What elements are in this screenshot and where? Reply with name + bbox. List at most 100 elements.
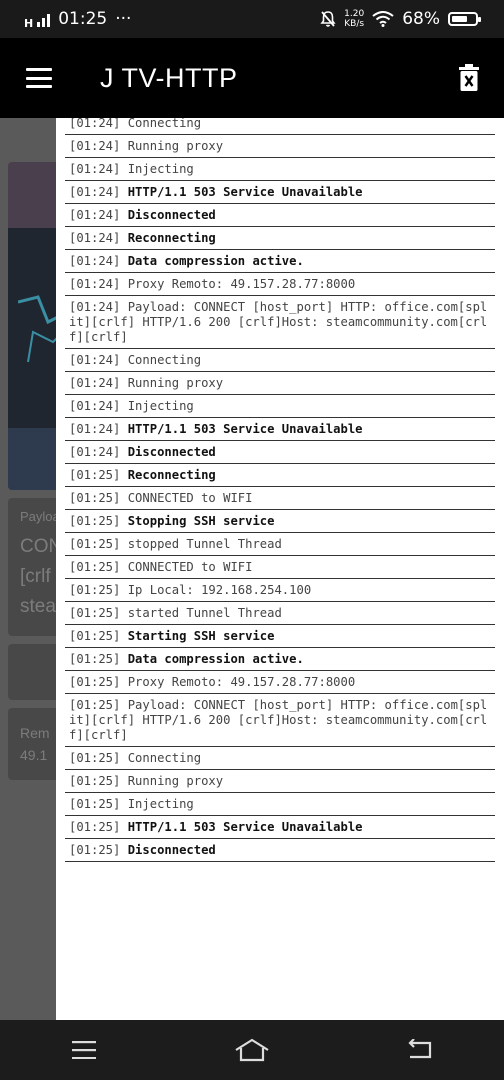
log-timestamp: [01:24] <box>69 445 121 459</box>
log-message: Proxy Remoto: 49.157.28.77:8000 <box>127 675 356 689</box>
home-icon[interactable] <box>232 1034 272 1066</box>
log-timestamp: [01:25] <box>69 751 121 765</box>
log-entry: [01:24] Connecting <box>65 349 495 372</box>
log-timestamp: [01:24] <box>69 300 121 314</box>
log-message: CONNECTED to WIFI <box>127 560 253 574</box>
network-speed: 1.20 KB/s <box>344 9 365 29</box>
log-timestamp: [01:24] <box>69 162 121 176</box>
log-timestamp: [01:25] <box>69 774 121 788</box>
app-bar: J TV-HTTP <box>0 38 504 118</box>
log-timestamp: [01:25] <box>69 606 121 620</box>
log-timestamp: [01:25] <box>69 797 121 811</box>
log-entry: [01:25] Connecting <box>65 747 495 770</box>
log-timestamp: [01:25] <box>69 491 121 505</box>
log-entry: [01:25] Proxy Remoto: 49.157.28.77:8000 <box>65 671 495 694</box>
network-type: H <box>24 17 34 30</box>
log-message: Connecting <box>127 353 202 367</box>
log-message: Running proxy <box>127 774 224 788</box>
log-message: Injecting <box>127 399 194 413</box>
log-message: Data compression active. <box>127 652 304 666</box>
log-timestamp: [01:24] <box>69 277 121 291</box>
log-entry: [01:25] Running proxy <box>65 770 495 793</box>
log-entry: [01:25] HTTP/1.1 503 Service Unavailable <box>65 816 495 839</box>
log-message: Reconnecting <box>127 231 216 245</box>
battery-percent: 68% <box>402 9 440 29</box>
log-timestamp: [01:24] <box>69 185 121 199</box>
log-panel[interactable]: [01:24] Connecting [01:24] Running proxy[… <box>56 118 504 1020</box>
log-message: Disconnected <box>127 843 216 857</box>
log-entry: [01:25] Data compression active. <box>65 648 495 671</box>
log-timestamp: [01:25] <box>69 675 121 689</box>
log-entry: [01:25] stopped Tunnel Thread <box>65 533 495 556</box>
log-entry: [01:25] Injecting <box>65 793 495 816</box>
log-timestamp: [01:24] <box>69 208 121 222</box>
log-entry: [01:25] started Tunnel Thread <box>65 602 495 625</box>
log-message: Disconnected <box>127 208 216 222</box>
log-message: Payload: CONNECT [host_port] HTTP: offic… <box>69 300 488 344</box>
log-message: Proxy Remoto: 49.157.28.77:8000 <box>127 277 356 291</box>
log-message: Ip Local: 192.168.254.100 <box>127 583 312 597</box>
app-title: J TV-HTTP <box>100 62 238 93</box>
log-timestamp: [01:25] <box>69 698 121 712</box>
log-timestamp: [01:25] <box>69 843 121 857</box>
log-entry: [01:24] Payload: CONNECT [host_port] HTT… <box>65 296 495 349</box>
log-entry: [01:25] Payload: CONNECT [host_port] HTT… <box>65 694 495 747</box>
log-entry: [01:25] Reconnecting <box>65 464 495 487</box>
log-message: Connecting <box>127 751 202 765</box>
log-timestamp: [01:25] <box>69 652 121 666</box>
log-timestamp: [01:24] <box>69 231 121 245</box>
log-entry: [01:25] CONNECTED to WIFI <box>65 487 495 510</box>
log-timestamp: [01:24] <box>69 254 121 268</box>
log-timestamp: [01:25] <box>69 514 121 528</box>
log-message: Injecting <box>127 162 194 176</box>
log-timestamp: [01:25] <box>69 560 121 574</box>
log-entry: [01:24] Reconnecting <box>65 227 495 250</box>
wifi-icon <box>372 11 394 27</box>
log-message: Reconnecting <box>127 468 216 482</box>
signal-icon <box>37 11 51 27</box>
log-entry: [01:24] HTTP/1.1 503 Service Unavailable <box>65 418 495 441</box>
log-entry: [01:24] Connecting <box>65 118 495 135</box>
log-entry: [01:25] CONNECTED to WIFI <box>65 556 495 579</box>
mute-icon <box>320 11 336 27</box>
log-entry: [01:25] Ip Local: 192.168.254.100 <box>65 579 495 602</box>
log-entry: [01:24] Injecting <box>65 395 495 418</box>
log-message: Injecting <box>127 797 194 811</box>
log-entry: [01:25] Stopping SSH service <box>65 510 495 533</box>
more-notifications: ··· <box>115 9 132 29</box>
battery-icon <box>448 12 481 26</box>
log-message: stopped Tunnel Thread <box>127 537 282 551</box>
log-message: Running proxy <box>127 139 224 153</box>
log-message: Disconnected <box>127 445 216 459</box>
log-message: Connecting <box>127 118 202 130</box>
delete-icon[interactable] <box>458 64 480 92</box>
log-message: started Tunnel Thread <box>127 606 282 620</box>
navigation-bar <box>0 1020 504 1080</box>
log-entry: [01:24] HTTP/1.1 503 Service Unavailable <box>65 181 495 204</box>
log-entry: [01:24] Running proxy <box>65 135 495 158</box>
log-timestamp: [01:24] <box>69 422 121 436</box>
log-timestamp: [01:25] <box>69 820 121 834</box>
log-timestamp: [01:24] <box>69 353 121 367</box>
log-entry: [01:24] Disconnected <box>65 204 495 227</box>
log-entry: [01:24] Running proxy <box>65 372 495 395</box>
log-message: Starting SSH service <box>127 629 275 643</box>
log-timestamp: [01:24] <box>69 118 121 130</box>
clock: 01:25 <box>58 9 108 29</box>
log-timestamp: [01:25] <box>69 537 121 551</box>
log-message: Payload: CONNECT [host_port] HTTP: offic… <box>69 698 488 742</box>
menu-icon[interactable] <box>26 68 52 88</box>
recent-apps-icon[interactable] <box>64 1034 104 1066</box>
log-list: [01:24] Connecting [01:24] Running proxy[… <box>56 118 504 862</box>
log-message: Stopping SSH service <box>127 514 275 528</box>
back-icon[interactable] <box>400 1034 440 1066</box>
log-timestamp: [01:24] <box>69 399 121 413</box>
log-timestamp: [01:25] <box>69 468 121 482</box>
status-bar: H 01:25 ··· 1.20 KB/s 68% <box>0 0 504 38</box>
log-message: HTTP/1.1 503 Service Unavailable <box>127 422 363 436</box>
log-message: HTTP/1.1 503 Service Unavailable <box>127 185 363 199</box>
log-entry: [01:25] Disconnected <box>65 839 495 862</box>
log-message: HTTP/1.1 503 Service Unavailable <box>127 820 363 834</box>
log-entry: [01:24] Injecting <box>65 158 495 181</box>
log-timestamp: [01:25] <box>69 583 121 597</box>
